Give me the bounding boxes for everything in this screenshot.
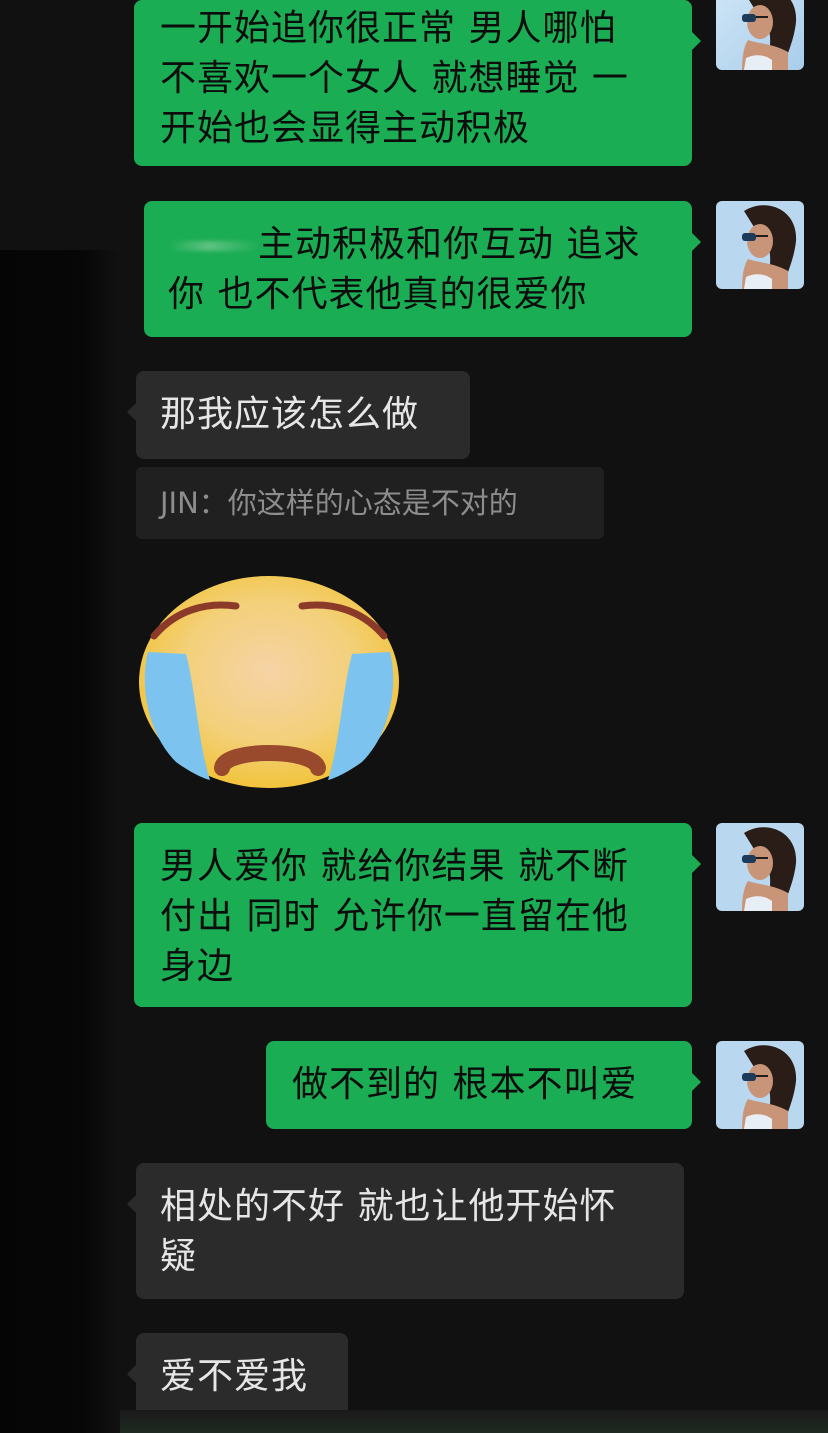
message-line: 付出 同时 允许你一直留在他 (160, 896, 629, 937)
message-bubble-outgoing[interactable]: 做不到的 根本不叫爱 (266, 1041, 701, 1129)
avatar[interactable] (716, 0, 804, 70)
avatar-image (716, 0, 804, 70)
crying-face-icon[interactable] (136, 572, 402, 790)
message-line: 开始也会显得主动积极 (160, 108, 531, 149)
crying-face-sticker (139, 576, 399, 788)
avatar-image (716, 823, 804, 911)
message-line-text: 主动积极和你互动 追求 (258, 224, 641, 265)
message-bubble-incoming[interactable]: 爱不爱我 (127, 1333, 348, 1421)
message-line: 疑 (160, 1236, 198, 1277)
message-line: 不喜欢一个女人 就想睡觉 一 (160, 58, 629, 99)
message-bubble-outgoing[interactable]: 主动积极和你互动 追求 你 也不代表他真的很爱你 (144, 201, 701, 337)
blurred-name (168, 241, 260, 251)
avatar[interactable] (716, 1041, 804, 1129)
quoted-reply[interactable]: JIN：你这样的心态是不对的 (136, 467, 604, 539)
message-line: 相处的不好 就也让他开始怀 (160, 1186, 617, 1227)
message-line: 你 也不代表他真的很爱你 (168, 274, 588, 315)
message-line: 一开始追你很正常 男人哪怕 (160, 8, 617, 49)
message-line: 主动积极和你互动 追求 (168, 220, 668, 270)
background-shadow (0, 250, 120, 1433)
quoted-reply-text: JIN：你这样的心态是不对的 (160, 486, 518, 520)
message-line: 男人爱你 就给你结果 就不断 (160, 846, 629, 887)
chat-screen: 一开始追你很正常 男人哪怕 不喜欢一个女人 就想睡觉 一 开始也会显得主动积极 … (0, 0, 828, 1433)
input-bar-edge (120, 1410, 828, 1433)
message-line: 做不到的 根本不叫爱 (292, 1064, 638, 1105)
message-line: 那我应该怎么做 (160, 394, 420, 435)
avatar-image (716, 1041, 804, 1129)
message-bubble-outgoing[interactable]: 一开始追你很正常 男人哪怕 不喜欢一个女人 就想睡觉 一 开始也会显得主动积极 (134, 0, 701, 166)
message-bubble-incoming[interactable]: 相处的不好 就也让他开始怀 疑 (127, 1163, 684, 1299)
message-bubble-outgoing[interactable]: 男人爱你 就给你结果 就不断 付出 同时 允许你一直留在他 身边 (134, 823, 701, 1007)
message-line: 身边 (160, 946, 235, 987)
message-bubble-incoming[interactable]: 那我应该怎么做 (127, 371, 470, 459)
avatar[interactable] (716, 201, 804, 289)
avatar[interactable] (716, 823, 804, 911)
message-line: 爱不爱我 (160, 1356, 309, 1397)
avatar-image (716, 201, 804, 289)
